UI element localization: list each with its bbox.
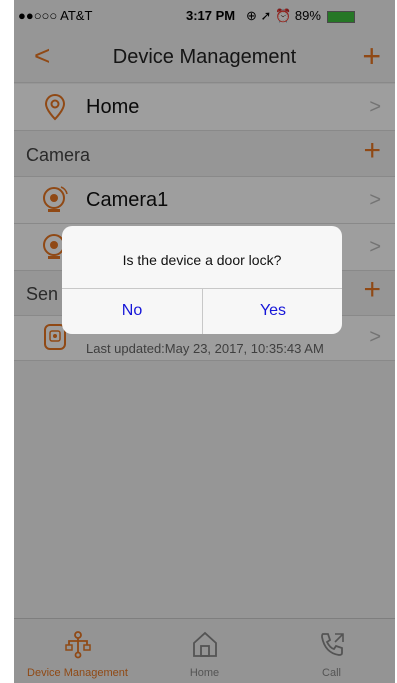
modal-overlay xyxy=(14,0,395,683)
door-lock-dialog: Is the device a door lock? No Yes xyxy=(62,226,342,334)
yes-button[interactable]: Yes xyxy=(203,288,343,334)
phone-screen: ●●○○○ AT&T 3:17 PM ⊕ ➚ ⏰ 89% < Device Ma… xyxy=(14,0,395,683)
no-button[interactable]: No xyxy=(62,288,202,334)
dialog-message: Is the device a door lock? xyxy=(122,252,282,268)
